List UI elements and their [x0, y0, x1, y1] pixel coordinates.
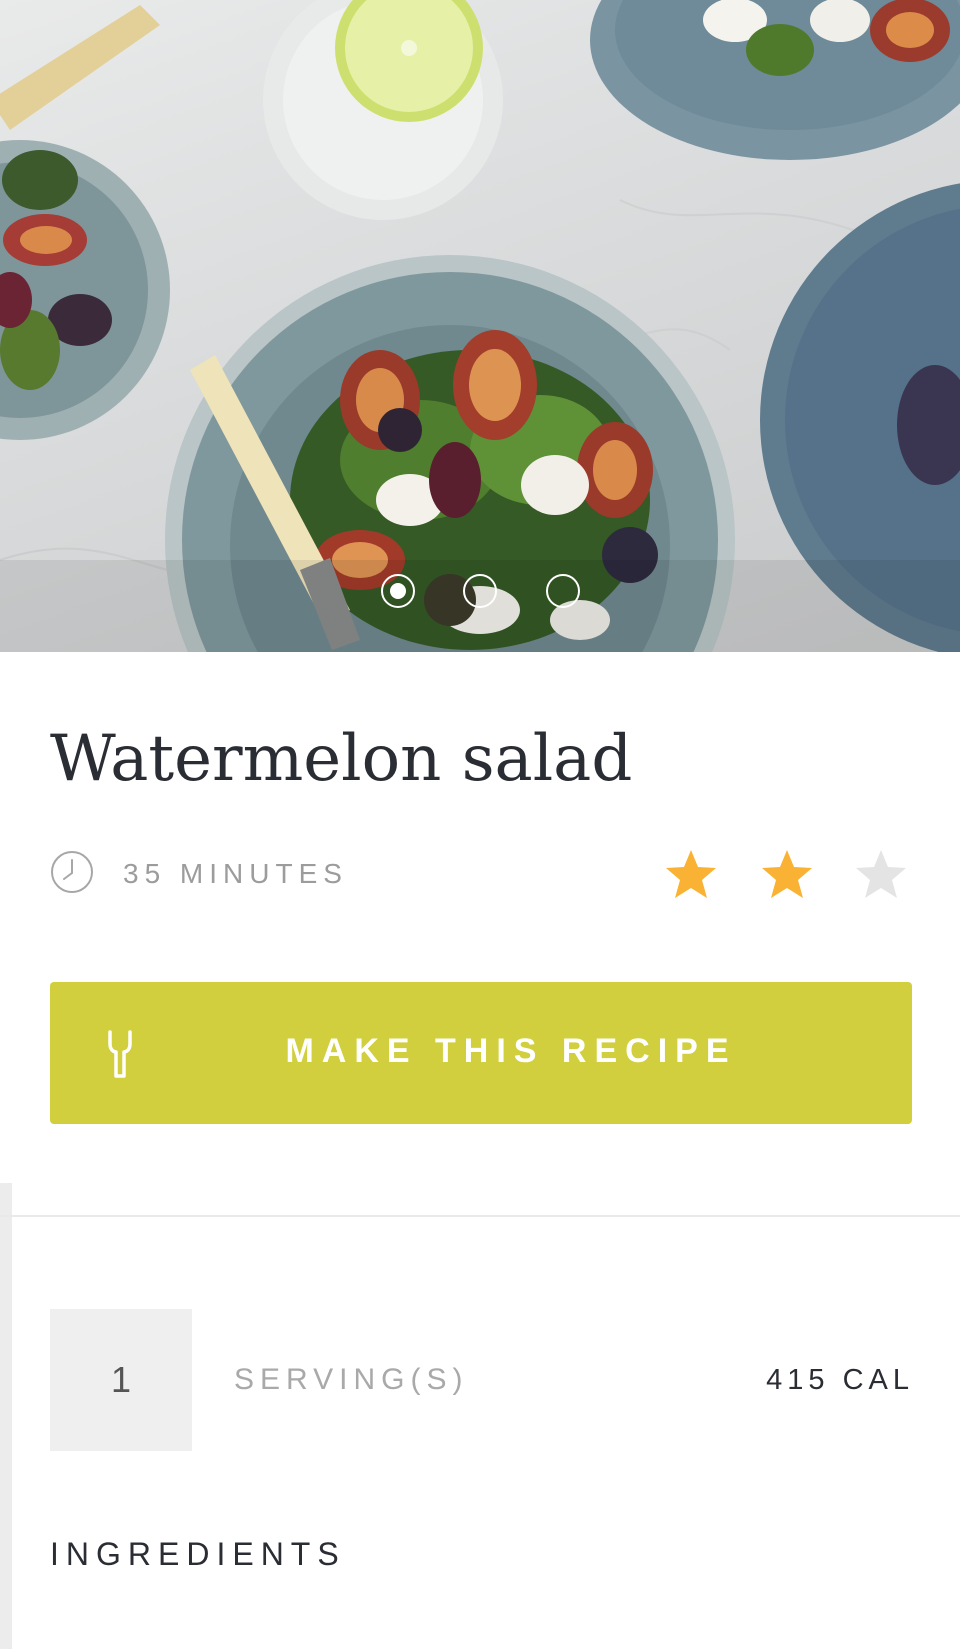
make-recipe-button[interactable]: MAKE THIS RECIPE	[50, 982, 912, 1124]
carousel-dot-3[interactable]	[546, 574, 580, 608]
salad-photo	[0, 0, 960, 652]
star-rating[interactable]	[664, 848, 910, 900]
carousel-indicators	[0, 574, 960, 614]
recipe-meta: 35 MINUTES	[50, 848, 910, 898]
cook-time: 35 MINUTES	[123, 858, 348, 889]
clock-icon	[51, 851, 93, 893]
carousel-dot-2[interactable]	[463, 574, 497, 608]
section-divider	[0, 1215, 960, 1217]
servings-label: SERVING(S)	[234, 1363, 469, 1396]
servings-input[interactable]: 1	[50, 1309, 192, 1451]
star-icon[interactable]	[760, 848, 814, 900]
recipe-title: Watermelon salad	[50, 722, 633, 796]
ingredients-heading: INGREDIENTS	[50, 1536, 346, 1572]
carousel-dot-1[interactable]	[381, 574, 415, 608]
star-icon[interactable]	[664, 848, 718, 900]
calories: 415 CAL	[766, 1364, 914, 1396]
scroll-rail	[0, 1183, 12, 1649]
star-icon[interactable]	[854, 848, 908, 900]
make-recipe-label: MAKE THIS RECIPE	[285, 1032, 737, 1070]
hero-image	[0, 0, 960, 652]
